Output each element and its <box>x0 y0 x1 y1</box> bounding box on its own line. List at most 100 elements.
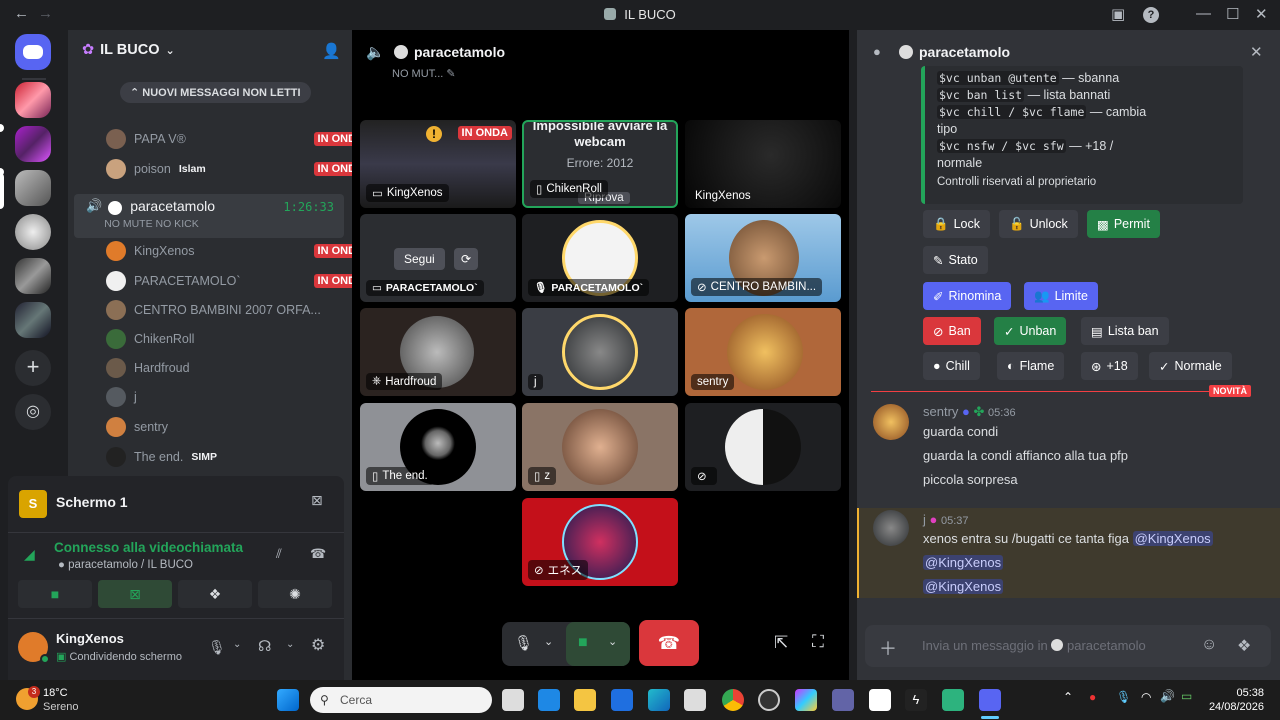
inbox-icon[interactable]: ▣ <box>1111 5 1125 23</box>
voice-member[interactable]: ChikenRoll <box>106 326 378 352</box>
tile-sentry[interactable]: sentry <box>685 308 841 396</box>
server-header[interactable]: ✿ IL BUCO ⌄ <box>82 42 175 58</box>
normale-button[interactable]: ✓ Normale <box>1149 352 1232 380</box>
audio-options-chevron-icon[interactable]: ⌄ <box>286 639 294 650</box>
screen-share-button[interactable]: ⊠ <box>98 580 172 608</box>
battery-icon[interactable]: ▭ <box>1181 689 1192 703</box>
plus18-button[interactable]: ⊛ +18 <box>1081 352 1138 380</box>
server-icon-2[interactable] <box>15 126 51 162</box>
fullscreen-tile-icon[interactable]: ⟳ <box>454 248 479 270</box>
voice-member[interactable]: sentry <box>106 414 378 440</box>
apps-icon[interactable]: ❖ <box>1237 636 1251 656</box>
mic-chevron-icon[interactable]: ⌄ <box>544 635 553 648</box>
signal-icon[interactable]: ◢ <box>24 546 35 563</box>
tile-kingxenos-screen[interactable]: IN ONDA ! ▭ KingXenos <box>360 120 516 208</box>
edge-icon[interactable] <box>648 689 670 711</box>
chrome-icon[interactable] <box>722 689 744 711</box>
copilot-icon[interactable] <box>795 689 817 711</box>
hang-up-button[interactable]: ☎ <box>639 620 699 666</box>
noise-suppression-icon[interactable]: ⫽ <box>276 546 282 562</box>
clock-date[interactable]: 24/08/2026 <box>1200 701 1264 713</box>
server-icon-il-buco[interactable] <box>15 170 51 206</box>
disconnect-icon[interactable]: ☎ <box>310 546 326 562</box>
tray-app-icon[interactable]: ● <box>1089 690 1096 704</box>
tile-unnamed[interactable]: ⊘ <box>685 403 841 491</box>
camera-button[interactable]: ■ <box>18 580 92 608</box>
volume-icon[interactable]: 🔊 <box>1160 689 1175 703</box>
wifi-icon[interactable]: ◠ <box>1141 690 1151 704</box>
server-icon-4[interactable] <box>15 214 51 250</box>
clock-time[interactable]: 05:38 <box>1208 687 1264 699</box>
android-app-icon[interactable] <box>942 689 964 711</box>
tile-z[interactable]: ▯ z <box>522 403 678 491</box>
tray-chevron-icon[interactable]: ⌃ <box>1063 690 1073 704</box>
lista-ban-button[interactable]: ▤ Lista ban <box>1081 317 1169 345</box>
taskbar-search[interactable]: ⚲ Cerca <box>310 687 492 713</box>
server-icon-6[interactable] <box>15 302 51 338</box>
close-window-icon[interactable]: ✕ <box>1255 5 1268 23</box>
server-icon-5[interactable] <box>15 258 51 294</box>
connection-status[interactable]: Connesso alla videochiamata <box>54 540 243 555</box>
ban-button[interactable]: ⊘ Ban <box>923 317 981 345</box>
voice-member[interactable]: Hardfroud <box>106 355 378 381</box>
help-icon[interactable]: ? <box>1143 7 1159 23</box>
new-messages-banner[interactable]: ⌃ NUOVI MESSAGGI NON LETTI <box>120 82 311 103</box>
microphone-icon[interactable]: 🎙 <box>514 634 533 652</box>
tile-kingxenos[interactable]: KingXenos <box>685 120 841 208</box>
rinomina-button[interactable]: ✐ Rinomina <box>923 282 1012 310</box>
windows-start-icon[interactable] <box>277 689 299 711</box>
avatar[interactable] <box>873 510 909 546</box>
user-mention[interactable]: @KingXenos <box>923 555 1004 570</box>
user-mention[interactable]: @KingXenos <box>923 579 1004 594</box>
store-icon[interactable] <box>684 689 706 711</box>
follow-button[interactable]: Segui <box>394 248 445 270</box>
discord-home-icon[interactable] <box>15 34 51 70</box>
task-view-icon[interactable] <box>502 689 524 711</box>
stato-button[interactable]: ✎ Stato <box>923 246 988 274</box>
message-author[interactable]: sentry <box>923 404 958 419</box>
unban-button[interactable]: ✓ Unban <box>994 317 1067 345</box>
edit-pencil-icon[interactable]: ✎ <box>446 68 455 80</box>
fullscreen-icon[interactable]: ⛶ <box>812 632 824 652</box>
settings-gear-icon[interactable]: ⚙ <box>311 635 325 655</box>
voice-member[interactable]: poison Islam IN ONDA <box>106 156 378 182</box>
tile-hardfroud[interactable]: ⎈ Hardfroud <box>360 308 516 396</box>
lock-button[interactable]: 🔒 Lock <box>923 210 990 238</box>
voice-member[interactable]: The end. SIMP <box>106 444 378 470</box>
activities-button[interactable]: ❖ <box>178 580 252 608</box>
emoji-icon[interactable]: ☺ <box>1201 636 1217 654</box>
microphone-icon[interactable]: 🎙 <box>208 639 226 656</box>
maximize-icon[interactable]: ☐ <box>1226 5 1239 23</box>
file-explorer-icon[interactable] <box>574 689 596 711</box>
dropbox-icon[interactable] <box>611 689 633 711</box>
discord-taskbar-icon[interactable] <box>979 689 1001 711</box>
server-icon-1[interactable] <box>15 82 51 118</box>
soundboard-button[interactable]: ✺ <box>258 580 332 608</box>
voice-member[interactable]: 🔊 paracetamolo NO MUTE NO KICK 1:26:33 <box>74 194 344 238</box>
invite-people-icon[interactable]: 👤 <box>322 42 341 60</box>
voice-member[interactable]: PAPA V® IN ONDA <box>106 126 378 152</box>
unlock-button[interactable]: 🔓 Unlock <box>999 210 1078 238</box>
pop-out-icon[interactable]: ⇱ <box>774 633 788 653</box>
mic-options-chevron-icon[interactable]: ⌄ <box>233 639 241 650</box>
steam-icon[interactable] <box>758 689 780 711</box>
explore-icon[interactable]: ◎ <box>15 394 51 430</box>
tile-paracetamolo-1[interactable]: Segui ⟳ ▭ PARACETAMOLO` <box>360 214 516 302</box>
minimize-icon[interactable]: — <box>1196 5 1211 22</box>
tile-centro-bambini[interactable]: ⊘ CENTRO BAMBIN... <box>685 214 841 302</box>
amazon-icon[interactable] <box>869 689 891 711</box>
headphones-icon[interactable]: ☊ <box>258 637 271 655</box>
chill-button[interactable]: ● Chill <box>923 352 980 380</box>
tile-j[interactable]: j <box>522 308 678 396</box>
flame-button[interactable]: ◐ Flame <box>997 352 1065 380</box>
close-chat-icon[interactable]: ✕ <box>1250 43 1263 61</box>
camera-toggle[interactable]: ■ ⌄ <box>566 622 630 666</box>
add-attachment-icon[interactable]: ＋ <box>879 635 897 661</box>
stage-topic[interactable]: NO MUT... ✎ <box>392 67 456 80</box>
widgets-icon[interactable] <box>538 689 560 711</box>
add-server-icon[interactable]: + <box>15 350 51 386</box>
voice-member[interactable]: KingXenos IN ONDA <box>106 238 378 264</box>
avatar[interactable] <box>873 404 909 440</box>
tile-chikenroll[interactable]: Impossibile avviare la webcam Errore: 20… <box>522 120 678 208</box>
limite-button[interactable]: 👥 Limite <box>1024 282 1098 310</box>
